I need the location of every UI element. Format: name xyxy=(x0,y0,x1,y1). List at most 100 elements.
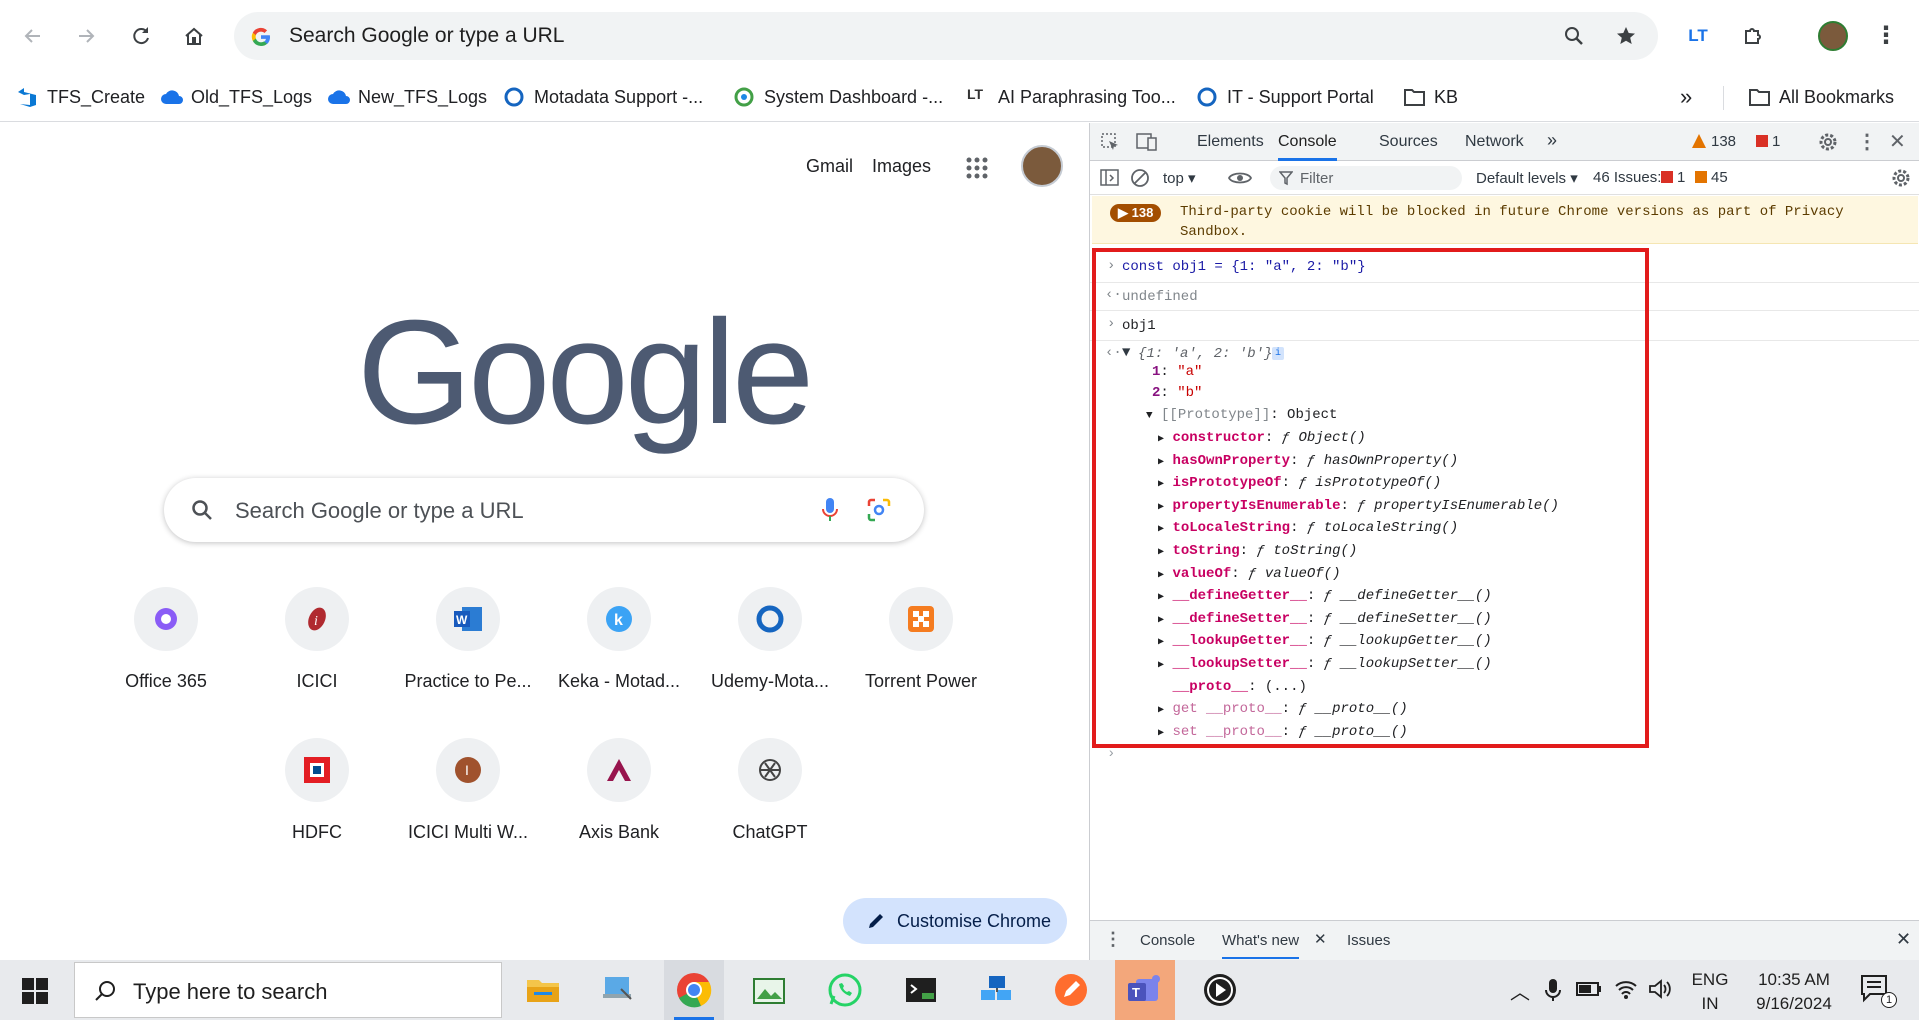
all-bookmarks-button[interactable]: All Bookmarks xyxy=(1748,80,1894,114)
tab-console[interactable]: Console xyxy=(1278,133,1337,161)
clock[interactable]: 10:35 AM 9/16/2024 xyxy=(1741,968,1847,1016)
member-row[interactable]: ▶ valueOf: ƒ valueOf() xyxy=(1158,564,1559,587)
warning-group-badge[interactable]: ▶ 138 xyxy=(1110,204,1162,222)
gmail-link[interactable]: Gmail xyxy=(806,156,853,177)
image-editor-icon[interactable] xyxy=(739,965,799,1015)
drawer-tab-whats-new[interactable]: What's new xyxy=(1222,932,1300,959)
network-computers-icon[interactable] xyxy=(966,965,1026,1015)
member-row[interactable]: ▶ constructor: ƒ Object() xyxy=(1158,428,1559,451)
inspect-element-icon[interactable] xyxy=(1100,132,1120,152)
voice-search-icon[interactable] xyxy=(820,496,840,524)
close-devtools-icon[interactable]: ✕ xyxy=(1889,129,1906,154)
issues-warning-count[interactable]: 45 xyxy=(1711,169,1728,186)
microphone-icon[interactable] xyxy=(1545,978,1561,1002)
tray-overflow-icon[interactable]: ︿ xyxy=(1510,976,1530,1005)
battery-icon[interactable] xyxy=(1576,980,1602,998)
member-row[interactable]: ▶ hasOwnProperty: ƒ hasOwnProperty() xyxy=(1158,451,1559,474)
clear-console-icon[interactable] xyxy=(1130,168,1150,188)
close-drawer-icon[interactable]: ✕ xyxy=(1896,929,1911,950)
wifi-icon[interactable] xyxy=(1614,978,1638,1000)
bookmark-it-support-portal[interactable]: IT - Support Portal xyxy=(1196,80,1374,114)
shortcut-hdfc[interactable]: HDFC xyxy=(242,738,392,858)
images-link[interactable]: Images xyxy=(872,156,931,177)
member-row[interactable]: ▶ get __proto__: ƒ __proto__() xyxy=(1158,699,1559,722)
more-tabs-icon[interactable]: » xyxy=(1547,130,1557,151)
log-levels-dropdown[interactable]: Default levels ▾ xyxy=(1476,169,1578,187)
bookmark-system-dashboard[interactable]: System Dashboard -... xyxy=(733,80,943,114)
file-explorer-icon[interactable] xyxy=(513,965,573,1015)
extension-lt-icon[interactable]: LT xyxy=(1678,16,1718,56)
shortcut-torrent-power[interactable]: Torrent Power xyxy=(846,587,996,707)
member-row[interactable]: ▶ __proto__: (...) xyxy=(1158,677,1559,700)
bookmarks-overflow-icon[interactable]: » xyxy=(1680,80,1692,114)
whatsapp-icon[interactable] xyxy=(815,965,875,1015)
language-indicator[interactable]: ENG IN xyxy=(1685,968,1735,1016)
back-icon[interactable] xyxy=(13,16,53,56)
member-row[interactable]: ▶ toLocaleString: ƒ toLocaleString() xyxy=(1158,518,1559,541)
sidebar-toggle-icon[interactable] xyxy=(1100,168,1120,188)
home-icon[interactable] xyxy=(174,16,214,56)
shortcut-icici[interactable]: i ICICI xyxy=(242,587,392,707)
taskbar-search[interactable]: Type here to search xyxy=(74,962,502,1018)
device-toolbar-icon[interactable] xyxy=(1136,132,1158,152)
third-party-cookie-warning[interactable]: ▶ 138 Third-party cookie will be blocked… xyxy=(1092,196,1918,244)
prototype-row[interactable]: ▼ [[Prototype]]: Object xyxy=(1146,407,1337,423)
teams-icon[interactable]: T xyxy=(1115,960,1175,1020)
warnings-count[interactable]: 138 xyxy=(1711,133,1736,150)
tab-sources[interactable]: Sources xyxy=(1379,133,1438,151)
member-row[interactable]: ▶ toString: ƒ toString() xyxy=(1158,541,1559,564)
tab-elements[interactable]: Elements xyxy=(1197,133,1264,151)
bookmark-star-icon[interactable] xyxy=(1614,24,1638,48)
remote-desktop-icon[interactable] xyxy=(588,965,648,1015)
reload-icon[interactable] xyxy=(121,16,161,56)
shortcut-practice[interactable]: W Practice to Pe... xyxy=(393,587,543,707)
expand-arrow-icon[interactable]: ▼ xyxy=(1122,345,1130,361)
chrome-taskbar-icon[interactable] xyxy=(664,960,724,1020)
bookmark-kb-folder[interactable]: KB xyxy=(1403,80,1458,114)
shortcut-axis-bank[interactable]: Axis Bank xyxy=(544,738,694,858)
info-icon[interactable]: i xyxy=(1272,347,1284,360)
console-prompt[interactable]: › xyxy=(1090,743,1919,769)
member-row[interactable]: ▶ __lookupGetter__: ƒ __lookupGetter__() xyxy=(1158,631,1559,654)
tab-network[interactable]: Network xyxy=(1465,133,1524,151)
bookmark-tfs-create[interactable]: TFS_Create xyxy=(16,80,145,114)
member-row[interactable]: ▶ set __proto__: ƒ __proto__() xyxy=(1158,722,1559,745)
profile-avatar[interactable] xyxy=(1813,16,1853,56)
forward-icon[interactable] xyxy=(66,16,106,56)
filter-input[interactable]: Filter xyxy=(1270,166,1462,190)
customise-chrome-button[interactable]: Customise Chrome xyxy=(843,898,1067,944)
volume-icon[interactable] xyxy=(1648,978,1672,1000)
warning-icon[interactable] xyxy=(1691,133,1707,149)
terminal-icon[interactable] xyxy=(891,965,951,1015)
member-row[interactable]: ▶ __lookupSetter__: ƒ __lookupSetter__() xyxy=(1158,654,1559,677)
issues-error-count[interactable]: 1 xyxy=(1677,169,1685,186)
object-preview[interactable]: {1: 'a', 2: 'b'} xyxy=(1138,346,1272,362)
shortcut-udemy[interactable]: Udemy-Mota... xyxy=(695,587,845,707)
console-settings-gear-icon[interactable] xyxy=(1890,167,1912,189)
member-row[interactable]: ▶ propertyIsEnumerable: ƒ propertyIsEnum… xyxy=(1158,496,1559,519)
pencil-app-icon[interactable] xyxy=(1041,965,1101,1015)
omnibox-text[interactable]: Search Google or type a URL xyxy=(289,24,564,48)
extensions-puzzle-icon[interactable] xyxy=(1733,16,1773,56)
ntp-search-placeholder[interactable]: Search Google or type a URL xyxy=(235,498,524,524)
bookmark-ai-paraphrasing[interactable]: LT AI Paraphrasing Too... xyxy=(967,80,1176,114)
shortcut-keka[interactable]: k Keka - Motad... xyxy=(544,587,694,707)
shortcut-office-365[interactable]: Office 365 xyxy=(91,587,241,707)
member-row[interactable]: ▶ __defineGetter__: ƒ __defineGetter__() xyxy=(1158,586,1559,609)
bookmark-motadata-support[interactable]: Motadata Support -... xyxy=(503,80,703,114)
member-row[interactable]: ▶ __defineSetter__: ƒ __defineSetter__() xyxy=(1158,609,1559,632)
chrome-menu-icon[interactable]: ⋮ xyxy=(1866,16,1906,56)
console-input-line[interactable]: › obj1 xyxy=(1090,311,1919,341)
devtools-menu-icon[interactable]: ⋮ xyxy=(1857,129,1877,154)
errors-count[interactable]: 1 xyxy=(1772,133,1780,150)
zoom-icon[interactable] xyxy=(1562,24,1586,48)
shortcut-chatgpt[interactable]: ChatGPT xyxy=(695,738,845,858)
drawer-tab-issues[interactable]: Issues xyxy=(1347,932,1390,949)
media-player-icon[interactable] xyxy=(1190,965,1250,1015)
bookmark-old-tfs-logs[interactable]: Old_TFS_Logs xyxy=(160,80,312,114)
shortcut-icici-multi[interactable]: I ICICI Multi W... xyxy=(393,738,543,858)
address-bar[interactable]: Search Google or type a URL xyxy=(234,12,1658,60)
member-row[interactable]: ▶ isPrototypeOf: ƒ isPrototypeOf() xyxy=(1158,473,1559,496)
bookmark-new-tfs-logs[interactable]: New_TFS_Logs xyxy=(327,80,487,114)
live-expression-eye-icon[interactable] xyxy=(1228,169,1252,187)
